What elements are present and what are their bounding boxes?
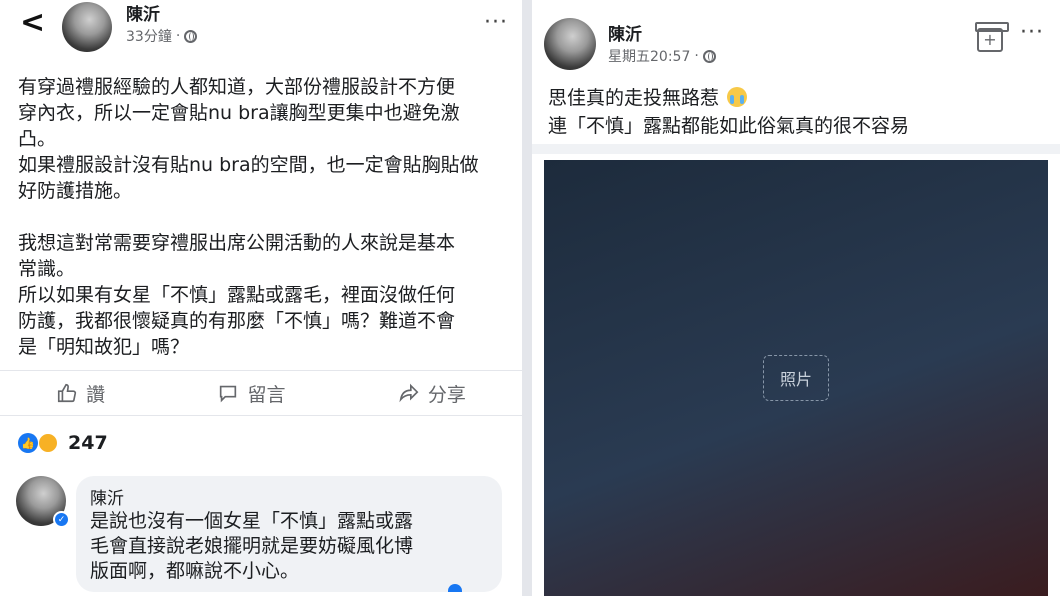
haha-reaction-icon <box>38 433 58 453</box>
author-name[interactable]: 陳沂 <box>608 20 642 45</box>
post-line: 連「不慎」露點都能如此俗氣真的很不容易 <box>548 115 910 137</box>
post-body: 有穿過禮服經驗的人都知道，大部份禮服設計不方便 穿內衣，所以一定會貼nu bra… <box>18 74 518 360</box>
comment-label: 留言 <box>247 383 286 406</box>
post-actions-bar: 讚 留言 分享 <box>0 370 522 416</box>
comment-reaction-icon <box>448 584 462 592</box>
like-reaction-icon: 👍 <box>18 433 38 453</box>
right-post-screenshot: 陳沂 星期五20:57 · + ··· 思佳真的走投無路惹 連「不慎」露點都能如… <box>532 0 1060 596</box>
share-button[interactable]: 分享 <box>398 380 466 407</box>
comment-text: 是說也沒有一個女星「不慎」露點或露 毛會直接說老娘擺明就是要妨礙風化博 版面啊，… <box>90 510 414 582</box>
panel-divider <box>522 0 532 596</box>
post-paragraph: 我想這對常需要穿禮服出席公開活動的人來說是基本 常識。 <box>18 232 456 280</box>
post-line-text: 思佳真的走投無路惹 <box>548 87 720 109</box>
globe-icon <box>702 49 716 63</box>
thumbs-up-icon <box>58 383 77 403</box>
meta-separator: · <box>175 28 181 44</box>
post-line: 思佳真的走投無路惹 <box>548 84 1048 112</box>
verified-badge-icon: ✓ <box>53 511 70 528</box>
save-to-collection-icon[interactable]: + <box>975 22 1009 52</box>
crying-face-icon <box>727 87 748 107</box>
comment-avatar-wrap[interactable]: ✓ <box>16 476 70 528</box>
post-body: 思佳真的走投無路惹 連「不慎」露點都能如此俗氣真的很不容易 <box>548 84 1048 140</box>
post-photo-placeholder[interactable]: 照片 <box>544 160 1048 596</box>
comment-button[interactable]: 留言 <box>217 380 286 407</box>
more-options-icon[interactable]: ··· <box>484 12 508 34</box>
left-post-screenshot: < 陳沂 33分鐘 · ··· 有穿過禮服經驗的人都知道，大部份禮服設計不方便 … <box>0 0 522 596</box>
share-arrow-icon <box>399 383 419 403</box>
author-avatar[interactable] <box>62 2 112 52</box>
post-paragraph: 如果禮服設計沒有貼nu bra的空間，也一定會貼胸貼做 好防護措施。 <box>18 154 479 202</box>
author-avatar[interactable] <box>544 18 596 70</box>
post-paragraph <box>18 204 518 230</box>
author-name[interactable]: 陳沂 <box>126 0 160 25</box>
post-paragraph: 有穿過禮服經驗的人都知道，大部份禮服設計不方便 穿內衣，所以一定會貼nu bra… <box>18 76 460 150</box>
photo-placeholder-label: 照片 <box>762 355 829 401</box>
comment-bubble: 陳沂 是說也沒有一個女星「不慎」露點或露 毛會直接說老娘擺明就是要妨礙風化博 版… <box>76 476 502 592</box>
reaction-count: 247 <box>68 432 108 454</box>
like-button[interactable]: 讚 <box>56 380 105 407</box>
globe-icon <box>184 29 198 43</box>
comment-author-name[interactable]: 陳沂 <box>90 484 488 509</box>
meta-separator: · <box>694 48 699 64</box>
like-label: 讚 <box>86 383 106 406</box>
post-meta: 33分鐘 · <box>126 26 198 46</box>
comment-bubble-icon <box>220 385 237 403</box>
reaction-summary[interactable]: 👍 247 <box>18 432 108 454</box>
post-meta: 星期五20:57 · <box>608 46 716 66</box>
photo-separator <box>532 144 1060 154</box>
share-label: 分享 <box>427 383 466 406</box>
back-arrow-icon[interactable]: < <box>20 8 45 38</box>
post-timestamp[interactable]: 33分鐘 <box>126 26 172 46</box>
post-timestamp[interactable]: 星期五20:57 <box>608 46 690 66</box>
more-options-icon[interactable]: ··· <box>1020 22 1044 44</box>
post-paragraph: 所以如果有女星「不慎」露點或露毛，裡面沒做任何 防護，我都很懷疑真的有那麼「不慎… <box>18 284 456 358</box>
